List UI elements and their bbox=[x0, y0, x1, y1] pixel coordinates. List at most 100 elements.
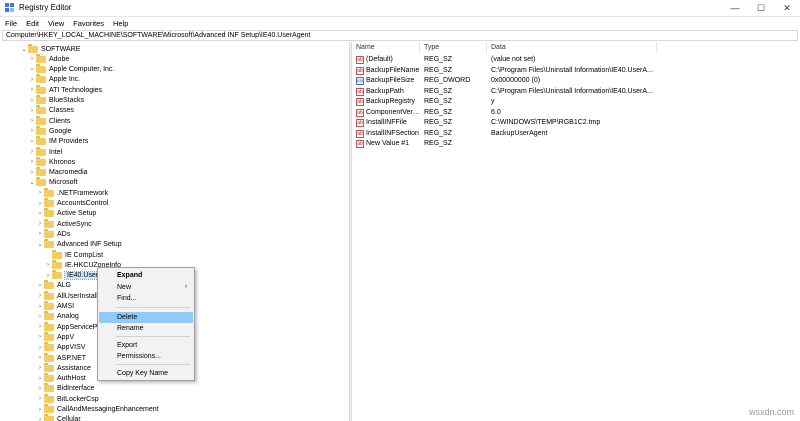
chevron-right-icon[interactable]: › bbox=[44, 262, 52, 268]
chevron-right-icon[interactable]: › bbox=[36, 304, 44, 310]
menu-file[interactable]: File bbox=[5, 19, 17, 28]
chevron-right-icon[interactable]: › bbox=[36, 231, 44, 237]
chevron-right-icon[interactable]: › bbox=[36, 293, 44, 299]
tree-item[interactable]: › AMSI bbox=[36, 301, 74, 312]
chevron-right-icon[interactable]: › bbox=[36, 324, 44, 330]
chevron-right-icon[interactable]: › bbox=[36, 396, 44, 402]
chevron-right-icon[interactable]: › bbox=[28, 56, 36, 62]
context-menu-item-copy-key-name[interactable]: Copy Key Name bbox=[99, 368, 193, 379]
tree-item[interactable]: › BidInterface bbox=[36, 383, 94, 394]
tree-item[interactable]: › Khronos bbox=[28, 156, 75, 167]
tree-item[interactable]: › BitLockerCsp bbox=[36, 393, 99, 404]
chevron-right-icon[interactable]: › bbox=[36, 407, 44, 413]
tree-item[interactable]: › ALG bbox=[36, 280, 71, 291]
tree-item[interactable]: › AuthHost bbox=[36, 373, 86, 384]
tree-item[interactable]: › Active Setup bbox=[36, 208, 96, 219]
chevron-right-icon[interactable]: › bbox=[36, 345, 44, 351]
value-row[interactable]: ab BackupFileName REG_SZ C:\Program Files\U… bbox=[352, 66, 800, 76]
tree-item[interactable]: › ActiveSync bbox=[36, 218, 92, 229]
value-row[interactable]: ab New Value #1 REG_SZ bbox=[352, 139, 800, 149]
value-row[interactable]: ab BackupPath REG_SZ C:\Program Files\Unins… bbox=[352, 87, 800, 97]
tree-item[interactable]: › Cellular bbox=[36, 414, 81, 421]
chevron-down-icon[interactable]: ⌄ bbox=[20, 46, 28, 53]
tree-item[interactable]: › Apple Computer, Inc. bbox=[28, 64, 114, 75]
chevron-right-icon[interactable]: › bbox=[28, 98, 36, 104]
tree-item[interactable]: › IM Providers bbox=[28, 136, 88, 147]
values-list-pane[interactable]: Name Type Data ab (Default) REG_SZ (value n… bbox=[352, 42, 800, 421]
chevron-right-icon[interactable]: › bbox=[36, 386, 44, 392]
context-menu-item-permissions[interactable]: Permissions... bbox=[99, 351, 193, 362]
chevron-right-icon[interactable]: › bbox=[28, 67, 36, 73]
menu-view[interactable]: View bbox=[48, 19, 64, 28]
tree-item[interactable]: › BlueStacks bbox=[28, 95, 84, 106]
chevron-right-icon[interactable]: › bbox=[28, 77, 36, 83]
tree-item[interactable]: › Assistance bbox=[36, 362, 91, 373]
tree-item[interactable]: › AppV bbox=[36, 331, 74, 342]
column-header-type[interactable]: Type bbox=[420, 42, 487, 53]
value-row[interactable]: ab InstallINFSection REG_SZ BackupUserAgent bbox=[352, 129, 800, 139]
chevron-right-icon[interactable]: › bbox=[36, 211, 44, 217]
context-menu-item-expand[interactable]: Expand bbox=[99, 270, 193, 281]
tree-item[interactable]: › Google bbox=[28, 125, 72, 136]
menu-edit[interactable]: Edit bbox=[26, 19, 39, 28]
chevron-right-icon[interactable]: › bbox=[36, 334, 44, 340]
chevron-right-icon[interactable]: › bbox=[36, 355, 44, 361]
chevron-right-icon[interactable]: › bbox=[28, 149, 36, 155]
chevron-right-icon[interactable]: › bbox=[36, 283, 44, 289]
menu-favorites[interactable]: Favorites bbox=[73, 19, 104, 28]
tree-item[interactable]: › ATI Technologies bbox=[28, 84, 102, 95]
chevron-right-icon[interactable]: › bbox=[36, 221, 44, 227]
minimize-button[interactable]: — bbox=[722, 0, 748, 16]
menu-help[interactable]: Help bbox=[113, 19, 128, 28]
column-header-data[interactable]: Data bbox=[487, 42, 657, 53]
maximize-button[interactable]: ☐ bbox=[748, 0, 774, 16]
tree-item[interactable]: IE CompList bbox=[44, 249, 103, 260]
value-row[interactable]: ab (Default) REG_SZ (value not set) bbox=[352, 55, 800, 65]
value-row[interactable]: 011 BackupFileSize REG_DWORD 0x00000000 (0) bbox=[352, 76, 800, 86]
tree-item[interactable]: › CallAndMessagingEnhancement bbox=[36, 404, 159, 415]
tree-item[interactable]: ⌄ SOFTWARE bbox=[20, 43, 80, 54]
value-row[interactable]: ab BackupRegistry REG_SZ y bbox=[352, 97, 800, 107]
chevron-right-icon[interactable]: › bbox=[36, 314, 44, 320]
tree-item[interactable]: › Macromedia bbox=[28, 167, 88, 178]
value-row[interactable]: ab ComponentVers... REG_SZ 6.0 bbox=[352, 108, 800, 118]
tree-item[interactable]: › AccountsControl bbox=[36, 198, 108, 209]
chevron-right-icon[interactable]: › bbox=[36, 201, 44, 207]
chevron-right-icon[interactable]: › bbox=[28, 159, 36, 165]
tree-item[interactable]: ⌄ Microsoft bbox=[28, 177, 77, 188]
chevron-right-icon[interactable]: › bbox=[28, 108, 36, 114]
tree-item[interactable]: › ADs bbox=[36, 228, 70, 239]
tree-item[interactable]: › ASP.NET bbox=[36, 352, 86, 363]
chevron-down-icon[interactable]: ⌄ bbox=[36, 241, 44, 248]
tree-item[interactable]: › Intel bbox=[28, 146, 62, 157]
chevron-right-icon[interactable]: › bbox=[36, 365, 44, 371]
tree-item[interactable]: › AppVISV bbox=[36, 342, 85, 353]
chevron-right-icon[interactable]: › bbox=[28, 87, 36, 93]
address-bar[interactable]: Computer\HKEY_LOCAL_MACHINE\SOFTWARE\Mic… bbox=[2, 30, 798, 41]
tree-item[interactable]: › Apple Inc. bbox=[28, 74, 80, 85]
chevron-right-icon[interactable]: › bbox=[36, 417, 44, 421]
folder-icon bbox=[36, 125, 46, 135]
value-row[interactable]: ab InstallINFFile REG_SZ C:\WINDOWS\TEMP\RG… bbox=[352, 118, 800, 128]
column-header-name[interactable]: Name bbox=[352, 42, 420, 53]
tree-item[interactable]: › Analog bbox=[36, 311, 79, 322]
tree-item[interactable]: ⌄ Advanced INF Setup bbox=[36, 239, 122, 250]
chevron-right-icon[interactable]: › bbox=[28, 118, 36, 124]
chevron-right-icon[interactable]: › bbox=[28, 128, 36, 134]
chevron-right-icon[interactable]: › bbox=[28, 139, 36, 145]
chevron-right-icon[interactable]: › bbox=[44, 273, 52, 279]
context-menu-item-find[interactable]: Find... bbox=[99, 293, 193, 304]
context-menu-item-export[interactable]: Export bbox=[99, 340, 193, 351]
tree-item[interactable]: › Clients bbox=[28, 115, 70, 126]
context-menu-item-new[interactable]: New › bbox=[99, 282, 193, 293]
context-menu-item-delete[interactable]: Delete bbox=[99, 311, 193, 323]
chevron-down-icon[interactable]: ⌄ bbox=[28, 179, 36, 186]
chevron-right-icon[interactable]: › bbox=[36, 376, 44, 382]
tree-item[interactable]: › .NETFramework bbox=[36, 187, 108, 198]
chevron-right-icon[interactable]: › bbox=[36, 190, 44, 196]
tree-item[interactable]: › Adobe bbox=[28, 53, 69, 64]
tree-item[interactable]: › Classes bbox=[28, 105, 74, 116]
close-button[interactable]: ✕ bbox=[774, 0, 800, 16]
context-menu-item-rename[interactable]: Rename bbox=[99, 323, 193, 334]
chevron-right-icon[interactable]: › bbox=[28, 170, 36, 176]
